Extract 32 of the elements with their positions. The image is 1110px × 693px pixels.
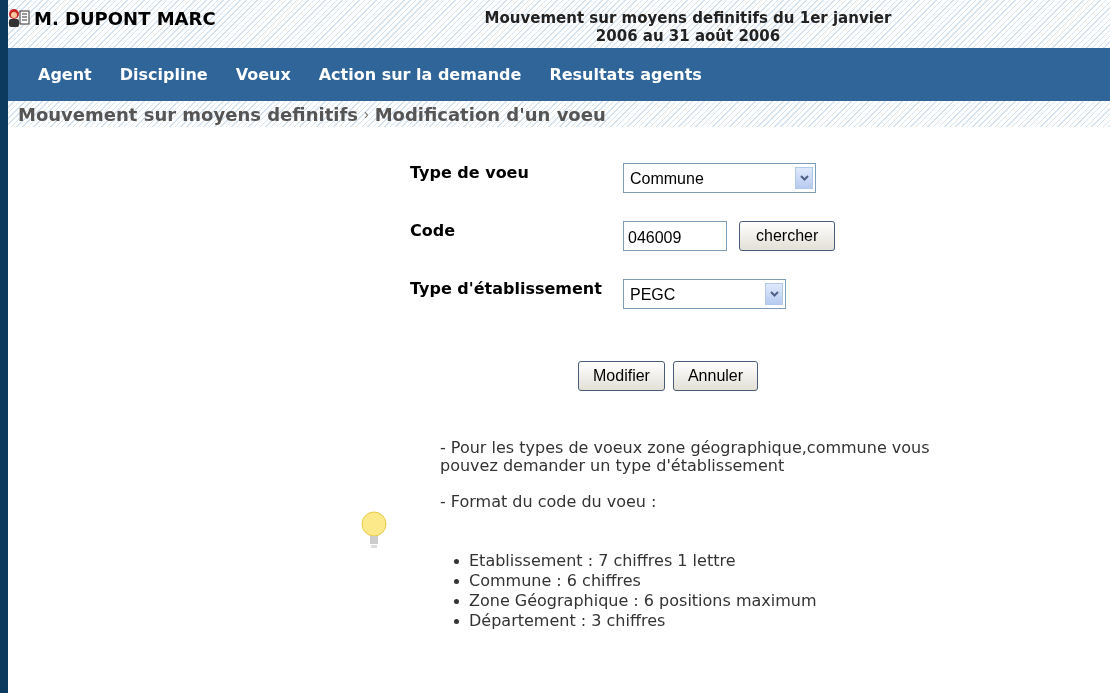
field-label: Type de voeu	[410, 162, 530, 184]
page-title: Mouvement sur moyens definitifs du 1er janvier	[484, 9, 892, 27]
nav-link[interactable]: Resultats agents	[549, 62, 702, 87]
bullet-icon	[454, 598, 459, 604]
modify-button[interactable]: Modifier	[578, 361, 665, 391]
list-item: Département : 3 chiffres	[469, 611, 666, 631]
field-label: Code	[410, 220, 457, 242]
list-item: Commune : 6 chiffres	[469, 571, 641, 591]
list-item: Etablissement : 7 chiffres 1 lettre	[469, 551, 736, 571]
field-label: Type d'établissement	[410, 278, 603, 300]
help-text: - Pour les types de voeux zone géographique,commune vous pouvez demander un type d'établissement	[440, 439, 931, 475]
nav-link[interactable]: Voeux	[235, 62, 291, 87]
bullet-icon	[454, 558, 459, 564]
breadcrumb-item[interactable]: Mouvement sur moyens definitifs	[18, 100, 358, 128]
page-title: 2006 au 31 août 2006	[595, 27, 781, 45]
bullet-icon	[454, 618, 459, 624]
dropdown-select[interactable]: PEGC	[623, 279, 786, 309]
cancel-button[interactable]: Annuler	[672, 361, 759, 391]
list-item: Zone Géographique : 6 positions maximum	[469, 591, 817, 611]
nav-link[interactable]: Discipline	[119, 62, 208, 87]
user-card-icon	[8, 8, 30, 28]
breadcrumb-separator: ›	[363, 104, 369, 124]
help-text: - Format du code du voeu :	[440, 493, 658, 511]
lightbulb-icon	[360, 511, 388, 551]
nav-link[interactable]: Agent	[38, 62, 92, 87]
dropdown-select[interactable]: Commune	[623, 163, 816, 193]
breadcrumb-item: Modification d'un voeu	[374, 102, 606, 127]
nav-link[interactable]: Action sur la demande	[318, 62, 522, 87]
user-name: M. DUPONT MARC	[34, 8, 216, 30]
search-button[interactable]: chercher	[739, 221, 836, 251]
code-input-field[interactable]: 046009	[623, 221, 727, 251]
bullet-icon	[454, 578, 459, 584]
